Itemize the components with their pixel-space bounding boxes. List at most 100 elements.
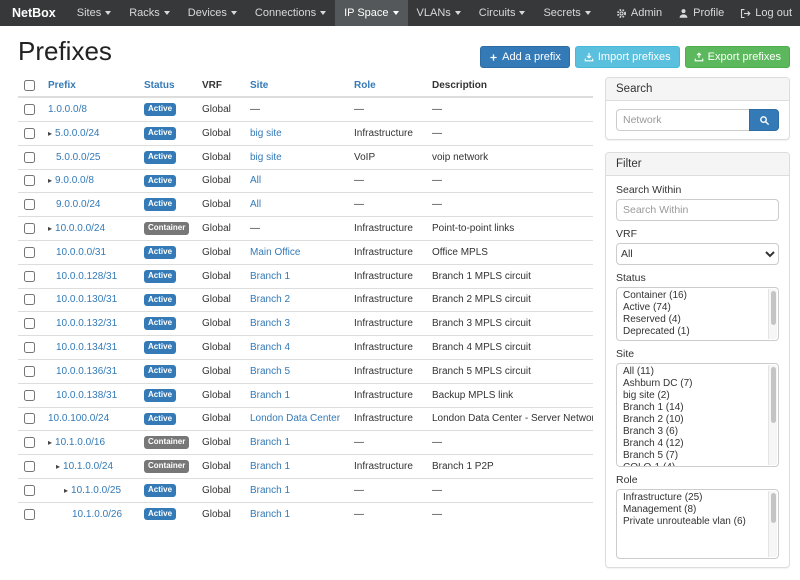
netbox-brand[interactable]: NetBox (0, 0, 68, 26)
search-within-input[interactable] (616, 199, 779, 221)
prefix-link[interactable]: 10.0.0.134/31 (56, 342, 117, 353)
nav-item-connections[interactable]: Connections (246, 0, 335, 26)
admin-link[interactable]: Admin (608, 0, 670, 26)
row-checkbox[interactable] (24, 247, 35, 258)
site-link[interactable]: Branch 4 (250, 342, 290, 353)
listbox-option[interactable]: Infrastructure (25) (617, 492, 766, 504)
export-prefixes-button[interactable]: Export prefixes (685, 46, 790, 68)
column-sort-site[interactable]: Site (250, 80, 268, 91)
role-listbox[interactable]: Infrastructure (25)Management (8)Private… (616, 489, 779, 559)
import-prefixes-button[interactable]: Import prefixes (575, 46, 680, 68)
nav-item-ip-space[interactable]: IP Space (335, 0, 407, 26)
listbox-option[interactable]: Management (8) (617, 504, 766, 516)
site-link[interactable]: Branch 5 (250, 366, 290, 377)
prefix-link[interactable]: 10.0.100.0/24 (48, 413, 109, 424)
logout-link[interactable]: Log out (732, 0, 800, 26)
row-checkbox[interactable] (24, 271, 35, 282)
site-listbox-scrollbar[interactable] (768, 365, 777, 465)
row-checkbox[interactable] (24, 366, 35, 377)
prefix-link[interactable]: 10.1.0.0/24 (63, 461, 113, 472)
nav-item-sites[interactable]: Sites (68, 0, 120, 26)
prefix-link[interactable]: 10.1.0.0/26 (72, 509, 122, 520)
nav-item-circuits[interactable]: Circuits (470, 0, 535, 26)
site-link[interactable]: Branch 1 (250, 390, 290, 401)
listbox-option[interactable]: Ashburn DC (7) (617, 378, 766, 390)
row-checkbox[interactable] (24, 294, 35, 305)
listbox-option[interactable]: Branch 4 (12) (617, 438, 766, 450)
listbox-option[interactable]: Branch 2 (10) (617, 414, 766, 426)
row-checkbox[interactable] (24, 461, 35, 472)
row-checkbox[interactable] (24, 223, 35, 234)
prefix-link[interactable]: 10.1.0.0/25 (71, 485, 121, 496)
row-checkbox[interactable] (24, 128, 35, 139)
listbox-option[interactable]: Branch 1 (14) (617, 402, 766, 414)
scrollbar-thumb[interactable] (771, 291, 776, 325)
prefix-link[interactable]: 10.0.0.128/31 (56, 271, 117, 282)
profile-link[interactable]: Profile (670, 0, 732, 26)
listbox-option[interactable]: Branch 5 (7) (617, 450, 766, 462)
site-link[interactable]: Main Office (250, 247, 300, 258)
row-checkbox[interactable] (24, 485, 35, 496)
row-checkbox[interactable] (24, 175, 35, 186)
row-checkbox[interactable] (24, 509, 35, 520)
nav-item-vlans[interactable]: VLANs (408, 0, 470, 26)
prefix-link[interactable]: 5.0.0.0/24 (55, 128, 99, 139)
site-link[interactable]: big site (250, 152, 282, 163)
vrf-select[interactable]: All (616, 243, 779, 265)
prefix-link[interactable]: 10.1.0.0/16 (55, 437, 105, 448)
site-link[interactable]: Branch 1 (250, 271, 290, 282)
site-link[interactable]: Branch 3 (250, 318, 290, 329)
listbox-option[interactable]: Deprecated (1) (617, 326, 766, 338)
search-input[interactable] (616, 109, 749, 131)
prefix-link[interactable]: 10.0.0.136/31 (56, 366, 117, 377)
row-checkbox[interactable] (24, 104, 35, 115)
select-all-checkbox[interactable] (24, 80, 35, 91)
prefix-link[interactable]: 9.0.0.0/8 (55, 175, 94, 186)
site-link[interactable]: big site (250, 128, 282, 139)
site-link[interactable]: Branch 1 (250, 437, 290, 448)
status-listbox[interactable]: Container (16)Active (74)Reserved (4)Dep… (616, 287, 779, 341)
prefix-link[interactable]: 10.0.0.0/24 (55, 223, 105, 234)
listbox-option[interactable]: Active (74) (617, 302, 766, 314)
listbox-option[interactable]: COLO-1 (4) (617, 462, 766, 467)
site-link[interactable]: Branch 1 (250, 461, 290, 472)
row-checkbox[interactable] (24, 413, 35, 424)
prefix-link[interactable]: 10.0.0.0/31 (56, 247, 106, 258)
listbox-option[interactable]: Reserved (4) (617, 314, 766, 326)
site-link[interactable]: Branch 2 (250, 294, 290, 305)
prefix-link[interactable]: 9.0.0.0/24 (56, 199, 100, 210)
role-listbox-scrollbar[interactable] (768, 491, 777, 557)
row-checkbox[interactable] (24, 318, 35, 329)
row-checkbox[interactable] (24, 342, 35, 353)
prefix-link[interactable]: 5.0.0.0/25 (56, 152, 100, 163)
listbox-option[interactable]: big site (2) (617, 390, 766, 402)
site-listbox[interactable]: All (11)Ashburn DC (7)big site (2)Branch… (616, 363, 779, 467)
site-link[interactable]: All (250, 199, 261, 210)
status-listbox-scrollbar[interactable] (768, 289, 777, 339)
add-prefix-button[interactable]: Add a prefix (480, 46, 570, 68)
site-link[interactable]: Branch 1 (250, 485, 290, 496)
prefix-link[interactable]: 10.0.0.138/31 (56, 390, 117, 401)
row-checkbox[interactable] (24, 199, 35, 210)
column-sort-prefix[interactable]: Prefix (48, 80, 76, 91)
prefix-link[interactable]: 10.0.0.130/31 (56, 294, 117, 305)
scrollbar-thumb[interactable] (771, 367, 776, 423)
prefix-link[interactable]: 1.0.0.0/8 (48, 104, 87, 115)
search-button[interactable] (749, 109, 779, 131)
row-checkbox[interactable] (24, 152, 35, 163)
column-sort-role[interactable]: Role (354, 80, 376, 91)
nav-item-secrets[interactable]: Secrets (534, 0, 599, 26)
listbox-option[interactable]: Container (16) (617, 290, 766, 302)
listbox-option[interactable]: Private unrouteable vlan (6) (617, 516, 766, 528)
prefix-link[interactable]: 10.0.0.132/31 (56, 318, 117, 329)
nav-item-devices[interactable]: Devices (179, 0, 246, 26)
site-link[interactable]: London Data Center (250, 413, 340, 424)
column-sort-status[interactable]: Status (144, 80, 175, 91)
listbox-option[interactable]: Branch 3 (6) (617, 426, 766, 438)
site-link[interactable]: Branch 1 (250, 509, 290, 520)
row-checkbox[interactable] (24, 390, 35, 401)
listbox-option[interactable]: All (11) (617, 366, 766, 378)
row-checkbox[interactable] (24, 437, 35, 448)
site-link[interactable]: All (250, 175, 261, 186)
nav-item-racks[interactable]: Racks (120, 0, 179, 26)
